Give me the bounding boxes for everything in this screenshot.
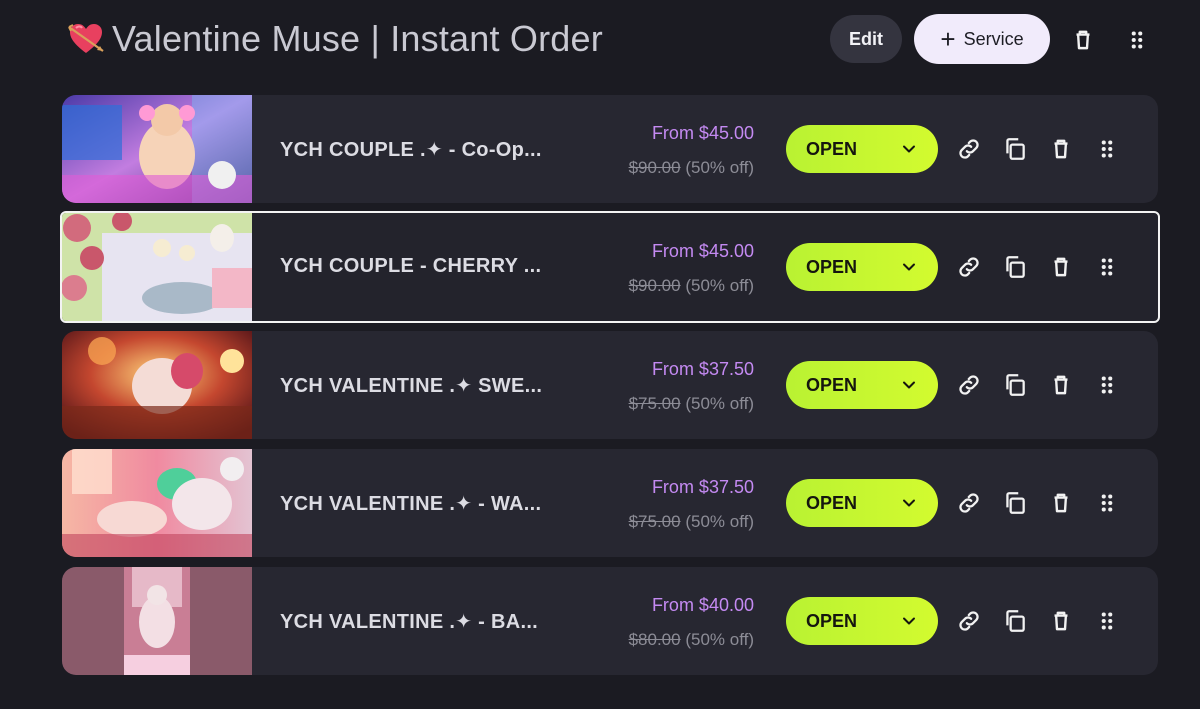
link-icon[interactable] xyxy=(956,254,982,280)
drag-handle-icon[interactable] xyxy=(1094,490,1120,516)
sale-price: From $45.00 xyxy=(651,123,754,143)
service-name[interactable]: YCH COUPLE - CHERRY ... xyxy=(280,255,541,278)
status-dropdown[interactable]: OPEN xyxy=(786,243,938,291)
duplicate-icon[interactable] xyxy=(1002,490,1028,516)
service-row[interactable]: YCH VALENTINE .✦ SWE... From $37.50 $75.… xyxy=(62,331,1158,439)
original-price-group: $90.00 (50% off) xyxy=(629,276,754,296)
service-row-selected[interactable]: YCH COUPLE - CHERRY ... From $45.00 $90.… xyxy=(60,211,1160,323)
duplicate-icon[interactable] xyxy=(1002,608,1028,634)
link-icon[interactable] xyxy=(956,372,982,398)
original-price: $80.00 xyxy=(628,630,681,649)
chevron-down-icon xyxy=(903,263,915,271)
page-title: Valentine Muse | Instant Order xyxy=(112,18,603,59)
duplicate-icon[interactable] xyxy=(1002,372,1028,398)
trash-icon[interactable] xyxy=(1048,372,1074,398)
chevron-down-icon xyxy=(903,381,915,389)
status-label: OPEN xyxy=(806,374,858,395)
discount-label: (50% off) xyxy=(685,512,754,531)
link-icon[interactable] xyxy=(956,136,982,162)
service-row[interactable]: YCH VALENTINE .✦ - WA... From $37.50 $75… xyxy=(62,449,1158,557)
original-price: $90.00 xyxy=(628,276,681,295)
status-dropdown[interactable]: OPEN xyxy=(786,597,938,645)
drag-handle-icon[interactable] xyxy=(1094,372,1120,398)
add-service-button[interactable]: + Service xyxy=(914,14,1050,64)
original-price: $90.00 xyxy=(628,158,681,177)
service-name[interactable]: YCH VALENTINE .✦ - WA... xyxy=(280,491,541,516)
status-dropdown[interactable]: OPEN xyxy=(786,361,938,409)
add-service-label: Service xyxy=(963,28,1024,49)
service-name[interactable]: YCH COUPLE .✦ - Co-Op... xyxy=(280,137,542,162)
duplicate-icon[interactable] xyxy=(1002,254,1028,280)
trash-icon[interactable] xyxy=(1048,490,1074,516)
trash-icon[interactable] xyxy=(1048,136,1074,162)
chevron-down-icon xyxy=(903,145,915,153)
trash-icon[interactable] xyxy=(1048,608,1074,634)
original-price-group: $90.00 (50% off) xyxy=(629,158,754,178)
drag-handle-icon[interactable] xyxy=(1094,136,1120,162)
service-thumbnail[interactable] xyxy=(62,567,252,675)
service-row[interactable]: YCH COUPLE .✦ - Co-Op... From $45.00 $90… xyxy=(62,95,1158,203)
drag-handle-icon[interactable] xyxy=(1124,27,1150,53)
discount-label: (50% off) xyxy=(685,276,754,295)
service-row[interactable]: YCH VALENTINE .✦ - BA... From $40.00 $80… xyxy=(62,567,1158,675)
link-icon[interactable] xyxy=(956,608,982,634)
status-label: OPEN xyxy=(806,256,858,277)
original-price: $75.00 xyxy=(628,512,681,531)
service-thumbnail[interactable] xyxy=(62,213,252,321)
trash-icon[interactable] xyxy=(1048,254,1074,280)
service-list-page: Valentine Muse | Instant Order Edit + Se… xyxy=(0,0,1200,709)
service-thumbnail[interactable] xyxy=(62,331,252,439)
chevron-down-icon xyxy=(903,499,915,507)
edit-button[interactable]: Edit xyxy=(830,15,902,63)
sale-price: From $37.50 xyxy=(651,477,754,497)
original-price-group: $75.00 (50% off) xyxy=(629,394,754,414)
section-header: Valentine Muse | Instant Order Edit + Se… xyxy=(66,14,1160,66)
service-name[interactable]: YCH VALENTINE .✦ - BA... xyxy=(280,609,538,634)
sale-price: From $45.00 xyxy=(651,241,754,261)
trash-icon[interactable] xyxy=(1070,27,1096,53)
status-label: OPEN xyxy=(806,492,858,513)
discount-label: (50% off) xyxy=(685,630,754,649)
service-thumbnail[interactable] xyxy=(62,95,252,203)
status-label: OPEN xyxy=(806,138,858,159)
sale-price: From $40.00 xyxy=(651,595,754,615)
link-icon[interactable] xyxy=(956,490,982,516)
drag-handle-icon[interactable] xyxy=(1094,608,1120,634)
original-price-group: $80.00 (50% off) xyxy=(629,630,754,650)
duplicate-icon[interactable] xyxy=(1002,136,1028,162)
service-name[interactable]: YCH VALENTINE .✦ SWE... xyxy=(280,373,542,398)
discount-label: (50% off) xyxy=(685,158,754,177)
sale-price: From $37.50 xyxy=(651,359,754,379)
status-label: OPEN xyxy=(806,610,858,631)
chevron-down-icon xyxy=(903,617,915,625)
service-thumbnail[interactable] xyxy=(62,449,252,557)
original-price-group: $75.00 (50% off) xyxy=(629,512,754,532)
title-group: Valentine Muse | Instant Order xyxy=(66,18,603,60)
status-dropdown[interactable]: OPEN xyxy=(786,479,938,527)
plus-icon: + xyxy=(940,24,956,54)
original-price: $75.00 xyxy=(628,394,681,413)
status-dropdown[interactable]: OPEN xyxy=(786,125,938,173)
drag-handle-icon[interactable] xyxy=(1094,254,1120,280)
discount-label: (50% off) xyxy=(685,394,754,413)
heart-with-arrow-icon xyxy=(66,19,106,59)
